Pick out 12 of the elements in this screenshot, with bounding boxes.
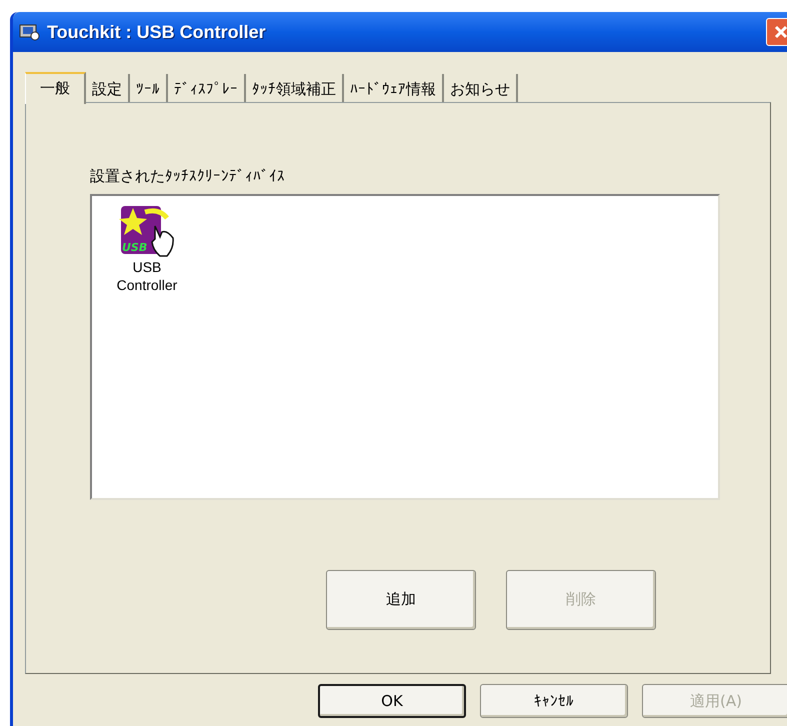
window-title: Touchkit : USB Controller	[47, 20, 266, 44]
close-icon	[774, 25, 787, 39]
device-list[interactable]: USB USB Controller	[90, 194, 720, 500]
dialog-button[interactable]: OK	[318, 684, 466, 718]
device-name: USB Controller	[116, 258, 178, 294]
dialog-button[interactable]: 追加	[326, 570, 476, 630]
device-item[interactable]: USB USB Controller	[112, 204, 182, 294]
app-icon	[19, 22, 41, 42]
dialog-button[interactable]: ｷｬﾝｾﾙ	[480, 684, 628, 718]
close-button[interactable]	[766, 18, 787, 46]
tab[interactable]: 一般	[25, 72, 86, 104]
devices-label: 設置されたﾀｯﾁｽｸﾘｰﾝﾃﾞｨﾊﾞｲｽ	[90, 166, 286, 187]
